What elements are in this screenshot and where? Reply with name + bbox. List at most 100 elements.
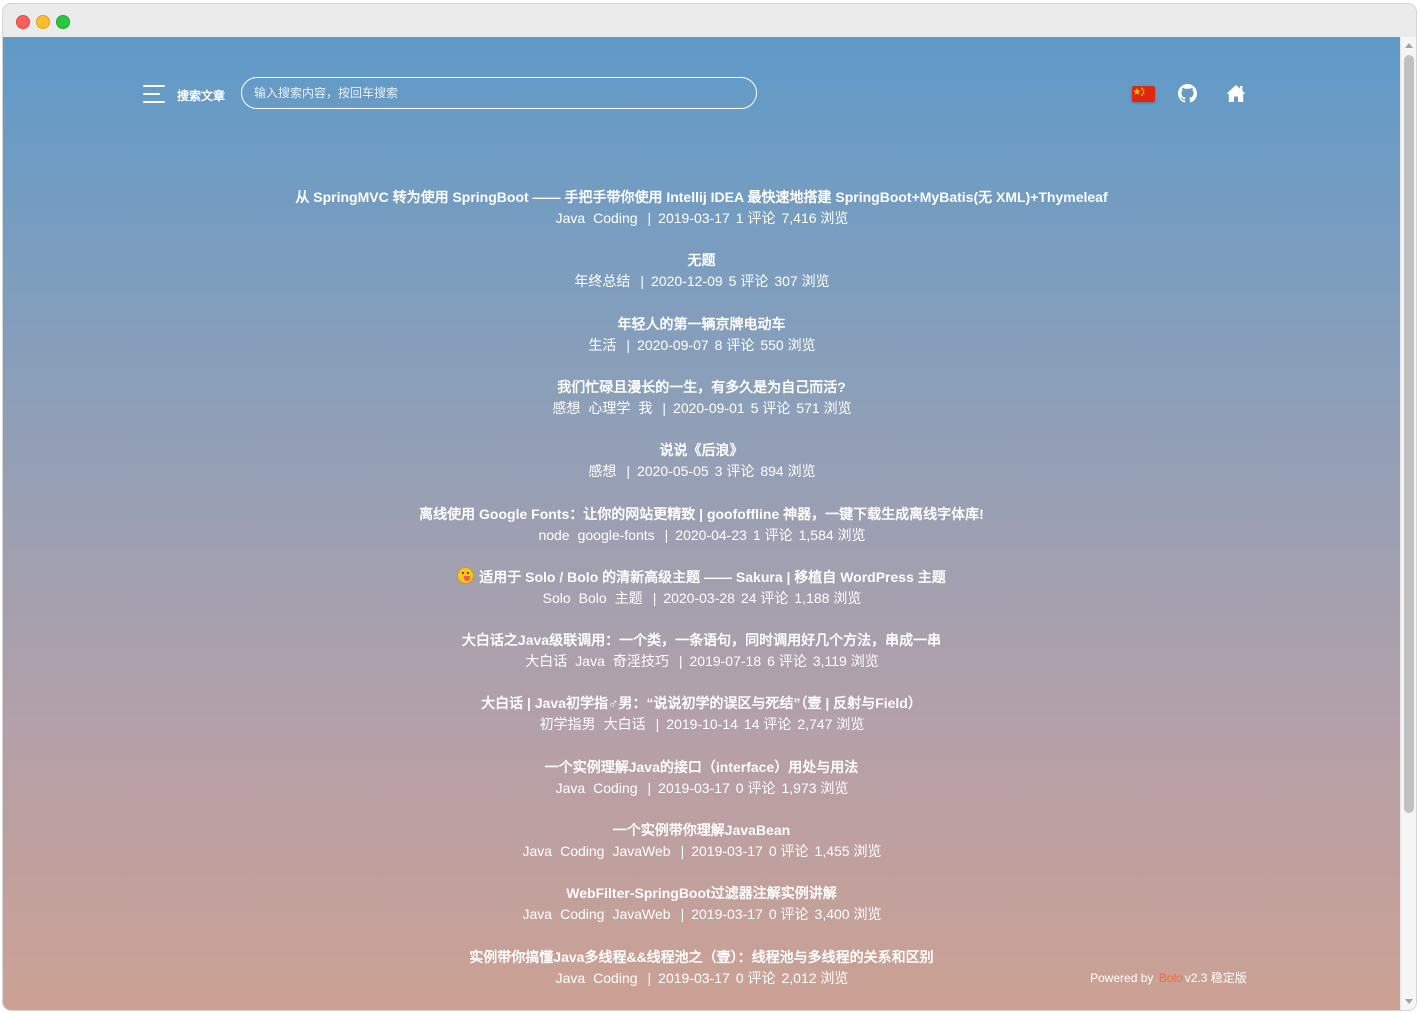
- scroll-thumb[interactable]: [1404, 55, 1414, 813]
- article-date: 2019-03-17: [658, 210, 730, 226]
- article-meta: 生活 | 2020-09-07 8 评论 550 浏览: [3, 335, 1400, 355]
- article-tag-link[interactable]: Java: [523, 906, 553, 922]
- article-title-text: 年轻人的第一辆京牌电动车: [617, 315, 786, 332]
- article-title-text: 离线使用 Google Fonts：让你的网站更精致 | goofoffline…: [419, 505, 984, 522]
- article-tag-link[interactable]: Solo: [543, 590, 571, 606]
- article-meta: Java Coding | 2019-03-17 1 评论 7,416 浏览: [3, 208, 1400, 228]
- emoji-face-icon: [457, 566, 475, 584]
- article-views: 7,416 浏览: [781, 210, 849, 226]
- article-title-text: 无题: [687, 252, 716, 269]
- article-item: 一个实例带你理解JavaBean Java Coding JavaWeb | 2019-0…: [3, 820, 1400, 861]
- article-tag-link[interactable]: node: [538, 527, 569, 543]
- article-comments: 5 评论: [728, 273, 769, 290]
- article-item: 无题 年终总结 | 2020-12-09 5 评论 307 浏览: [3, 250, 1400, 291]
- article-meta: Java Coding JavaWeb | 2019-03-17 0 评论 3,400 浏览: [3, 904, 1400, 924]
- meta-separator: |: [652, 589, 657, 606]
- article-title-link[interactable]: WebFilter-SpringBoot过滤器注解实例讲解: [3, 883, 1400, 903]
- article-tag-link[interactable]: Coding: [593, 780, 637, 796]
- home-icon[interactable]: [1226, 84, 1246, 103]
- browser-window: 搜索文章 从 SpringMVC 转为使用 SpringBoot —— 手把手带…: [3, 4, 1416, 1010]
- article-tag-link[interactable]: 大白话: [604, 716, 646, 732]
- vertical-scrollbar[interactable]: [1400, 37, 1416, 1010]
- article-title-text: 适用于 Solo / Bolo 的清新高级主题 —— Sakura | 移植自 …: [479, 568, 946, 585]
- article-tag-link[interactable]: 初学指男: [540, 716, 596, 732]
- article-title-text: 实例带你搞懂Java多线程&&线程池之（壹）：线程池与多线程的关系和区别: [469, 948, 934, 965]
- close-window-button[interactable]: [16, 15, 30, 29]
- meta-separator: |: [655, 716, 660, 733]
- article-item: 从 SpringMVC 转为使用 SpringBoot —— 手把手带你使用 I…: [3, 187, 1400, 228]
- article-date: 2020-04-23: [675, 526, 747, 543]
- article-meta: 感想 | 2020-05-05 3 评论 894 浏览: [3, 461, 1400, 481]
- article-comments: 6 评论: [767, 653, 807, 670]
- github-icon[interactable]: [1178, 84, 1197, 103]
- article-title-link[interactable]: 实例带你搞懂Java多线程&&线程池之（壹）：线程池与多线程的关系和区别: [3, 947, 1400, 967]
- article-meta: Java Coding JavaWeb | 2019-03-17 0 评论 1,455 浏览: [3, 841, 1400, 861]
- article-views: 1,973 浏览: [781, 779, 849, 796]
- article-title-link[interactable]: 一个实例带你理解JavaBean: [3, 820, 1400, 840]
- article-date: 2019-03-17: [691, 843, 763, 859]
- minimize-window-button[interactable]: [36, 15, 50, 29]
- article-title-link[interactable]: 大白话之Java级联调用：一个类，一条语句，同时调用好几个方法，串成一串: [3, 630, 1400, 650]
- article-tag-link[interactable]: Java: [556, 970, 586, 986]
- article-item: 一个实例理解Java的接口（interface）用处与用法 Java Coding |…: [3, 757, 1400, 798]
- meta-separator: |: [678, 653, 683, 670]
- article-tag-link[interactable]: 感想: [588, 463, 616, 479]
- scroll-down-arrow-icon[interactable]: [1405, 999, 1413, 1004]
- article-tag-link[interactable]: 奇淫技巧: [613, 653, 669, 669]
- article-views: 307 浏览: [774, 273, 830, 290]
- powered-by-footer: Powered by Bolo v2.3 稳定版: [1090, 969, 1247, 986]
- meta-separator: |: [640, 273, 645, 290]
- article-date: 2020-05-05: [637, 463, 709, 480]
- article-tag-link[interactable]: Coding: [560, 843, 604, 859]
- article-title-link[interactable]: 年轻人的第一辆京牌电动车: [3, 314, 1400, 334]
- article-views: 1,188 浏览: [794, 589, 862, 606]
- article-tag-link[interactable]: 心理学: [588, 400, 630, 416]
- article-title-link[interactable]: 说说《后浪》: [3, 440, 1400, 460]
- article-tag-link[interactable]: Java: [523, 843, 553, 859]
- article-tag-link[interactable]: Coding: [593, 970, 637, 986]
- bolo-link[interactable]: Bolo: [1159, 971, 1183, 985]
- article-comments: 1 评论: [735, 210, 776, 226]
- article-title-link[interactable]: 一个实例理解Java的接口（interface）用处与用法: [3, 757, 1400, 777]
- article-tag-link[interactable]: 感想: [552, 400, 580, 416]
- article-tag-link[interactable]: 大白话: [525, 653, 567, 669]
- article-title-link[interactable]: 离线使用 Google Fonts：让你的网站更精致 | goofoffline…: [3, 504, 1400, 524]
- meta-separator: |: [626, 336, 631, 353]
- menu-icon[interactable]: [143, 85, 167, 103]
- article-comments: 0 评论: [735, 969, 776, 986]
- article-tag-link[interactable]: 年终总结: [574, 273, 630, 289]
- article-tag-link[interactable]: Java: [575, 653, 605, 669]
- article-tag-link[interactable]: Bolo: [579, 590, 607, 606]
- scroll-up-arrow-icon[interactable]: [1405, 43, 1413, 48]
- article-title-link[interactable]: 我们忙碌且漫长的一生，有多久是为自己而活?: [3, 377, 1400, 397]
- article-date: 2020-09-01: [673, 399, 745, 416]
- china-flag-icon[interactable]: [1132, 86, 1155, 102]
- article-tag-link[interactable]: JavaWeb: [612, 843, 670, 859]
- article-tag-link[interactable]: 主题: [615, 590, 643, 606]
- article-meta: 感想 心理学我 | 2020-09-01 5 评论 571 浏览: [3, 398, 1400, 418]
- article-tag-link[interactable]: Java: [556, 210, 586, 226]
- article-title-link[interactable]: 无题: [3, 250, 1400, 270]
- zoom-window-button[interactable]: [56, 15, 70, 29]
- article-meta: 初学指男 大白话 | 2019-10-14 14 评论 2,747 浏览: [3, 714, 1400, 734]
- search-input[interactable]: [241, 77, 757, 109]
- article-tag-link[interactable]: Java: [556, 780, 586, 796]
- article-title-text: 从 SpringMVC 转为使用 SpringBoot —— 手把手带你使用 I…: [295, 189, 1108, 205]
- article-comments: 14 评论: [743, 716, 792, 733]
- article-tag-link[interactable]: 我: [638, 400, 652, 416]
- article-title-link[interactable]: 大白话 | Java初学指♂男：“说说初学的误区与死结”（壹 | 反射与Fiel…: [3, 693, 1400, 713]
- article-tag-link[interactable]: Coding: [560, 906, 604, 922]
- article-views: 550 浏览: [760, 336, 816, 353]
- article-title-link[interactable]: 适用于 Solo / Bolo 的清新高级主题 —— Sakura | 移植自 …: [3, 566, 1400, 587]
- powered-prefix: Powered by: [1090, 971, 1154, 985]
- search-label: 搜索文章: [177, 89, 226, 103]
- article-meta: Java Coding | 2019-03-17 0 评论 1,973 浏览: [3, 778, 1400, 798]
- article-tag-link[interactable]: Coding: [593, 210, 637, 226]
- article-tag-link[interactable]: google-fonts: [578, 527, 655, 543]
- article-tag-link[interactable]: 生活: [588, 337, 616, 353]
- article-date: 2019-03-17: [658, 779, 730, 796]
- meta-separator: |: [626, 463, 631, 480]
- article-title-text: 大白话 | Java初学指♂男：“说说初学的误区与死结”（壹 | 反射与Fiel…: [481, 695, 922, 712]
- article-title-link[interactable]: 从 SpringMVC 转为使用 SpringBoot —— 手把手带你使用 I…: [3, 187, 1400, 207]
- article-tag-link[interactable]: JavaWeb: [612, 906, 670, 922]
